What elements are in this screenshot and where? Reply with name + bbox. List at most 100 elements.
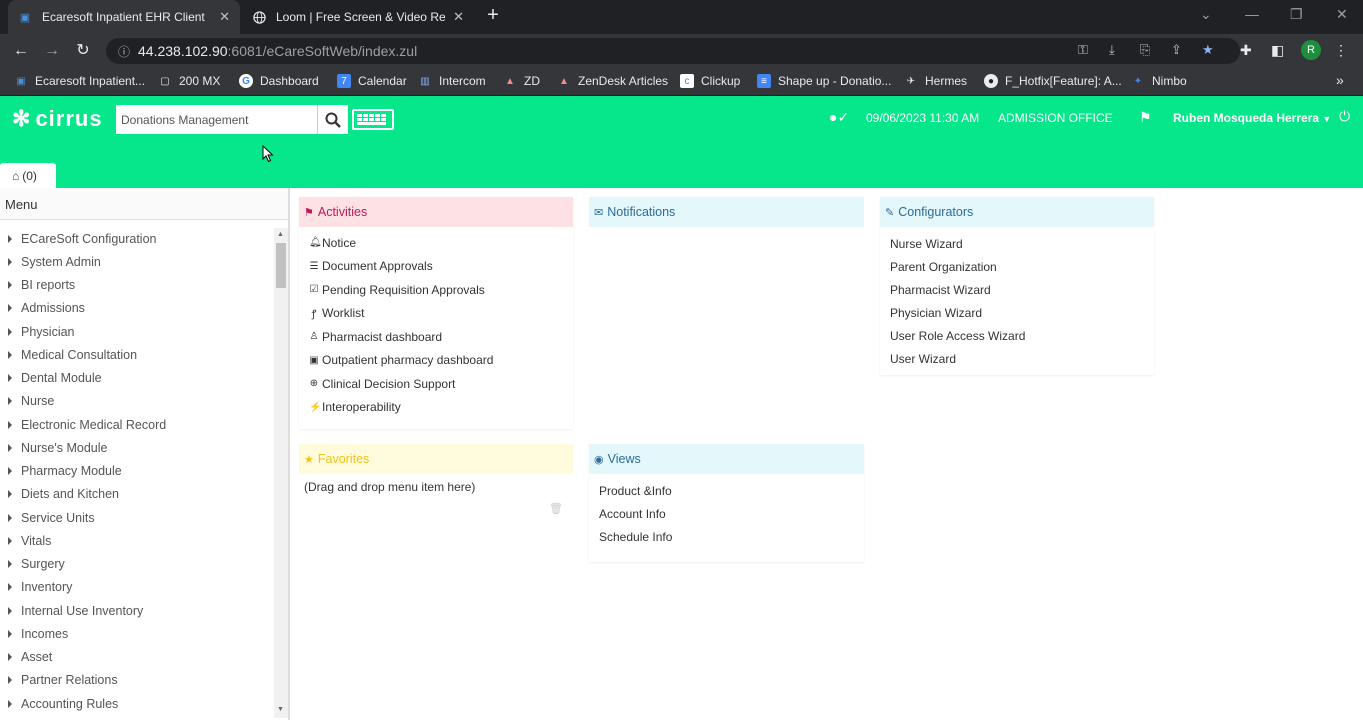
sidebar-item[interactable]: Pharmacy Module [0, 460, 274, 483]
menu-header: Menu [0, 188, 288, 220]
configurator-item[interactable]: User Role Access Wizard [880, 324, 1154, 347]
configurator-item[interactable]: Pharmacist Wizard [880, 278, 1154, 301]
sidebar-item[interactable]: Nurse's Module [0, 436, 274, 459]
home-tab[interactable]: ⌂ (0) [0, 163, 56, 188]
sidebar-item[interactable]: System Admin [0, 250, 274, 273]
key-icon[interactable]: ⚿ [1078, 42, 1088, 58]
view-item[interactable]: Account Info [589, 502, 864, 525]
bookmark-item[interactable]: G Dashboard [239, 74, 319, 88]
extensions-icon[interactable]: ✚ [1240, 42, 1252, 59]
caret-right-icon [8, 281, 12, 290]
activity-item[interactable]: ⚡ Interoperability [299, 396, 573, 420]
bookmark-item[interactable]: ▲ ZD [503, 74, 540, 88]
info-icon[interactable]: ⓘ [118, 43, 130, 60]
bookmark-item[interactable]: ● F_Hotfix[Feature]: A... [984, 74, 1122, 88]
sidebar-item[interactable]: Incomes [0, 622, 274, 645]
user-menu[interactable]: Ruben Mosqueda Herrera ▼ [1173, 111, 1331, 125]
sidebar-scrollbar[interactable]: ▲ ▼ [274, 228, 288, 718]
bookmark-item[interactable]: ✈ Hermes [904, 74, 967, 88]
share-icon[interactable]: ⇪ [1171, 42, 1182, 58]
scroll-down-icon[interactable]: ▼ [277, 706, 284, 713]
bookmark-item[interactable]: c Clickup [680, 74, 740, 88]
minimize-icon[interactable]: — [1245, 6, 1259, 22]
flag-icon[interactable]: ⚑ [1139, 109, 1152, 126]
caret-right-icon [8, 467, 12, 476]
configurator-item[interactable]: Physician Wizard [880, 301, 1154, 324]
sidebar-item[interactable]: Surgery [0, 553, 274, 576]
sidebar-item[interactable]: Asset [0, 646, 274, 669]
sidebar-item[interactable]: Accounting Rules [0, 692, 274, 715]
bookmark-item[interactable]: ▣ Ecaresoft Inpatient... [14, 74, 145, 88]
sidebar-item[interactable]: ECareSoft Configuration [0, 227, 274, 250]
back-icon[interactable]: ← [11, 41, 31, 61]
scroll-up-icon[interactable]: ▲ [277, 231, 284, 238]
activity-item[interactable]: ☑ Pending Requisition Approvals [299, 278, 573, 302]
sidebar-item[interactable]: Dental Module [0, 367, 274, 390]
bookmarks-overflow-icon[interactable]: » [1336, 72, 1344, 88]
sidebar-item[interactable]: BI reports [0, 274, 274, 297]
tab-title: Ecaresoft Inpatient EHR Client [42, 10, 205, 24]
cirrus-logo[interactable]: ✻ cirrus [12, 106, 103, 132]
search-button[interactable] [317, 105, 348, 134]
bookmark-item[interactable]: ≡ Shape up - Donatio... [757, 74, 891, 88]
configurator-item[interactable]: Parent Organization [880, 255, 1154, 278]
activities-panel: ⚑ Activities 🔔︎ Notice ☰ Document Approval… [299, 197, 573, 429]
caret-right-icon [8, 629, 12, 638]
department-label[interactable]: ADMISSION OFFICE [998, 111, 1113, 125]
sidebar-item[interactable]: Medical Consultation [0, 343, 274, 366]
bookmark-item[interactable]: ▥ Intercom [418, 74, 485, 88]
sidebar-item[interactable]: Physician [0, 320, 274, 343]
restore-icon[interactable]: ❐ [1290, 6, 1303, 23]
close-tab-icon[interactable]: ✕ [453, 9, 464, 25]
profile-avatar[interactable]: R [1301, 40, 1321, 60]
bookmark-item[interactable]: ▲ ZenDesk Articles [557, 74, 668, 88]
tab-search-chevron-icon[interactable]: ⌄ [1200, 6, 1212, 23]
activity-item[interactable]: ♙ Pharmacist dashboard [299, 325, 573, 349]
sidebar-item[interactable]: Admissions [0, 297, 274, 320]
sidebar-item[interactable]: Inventory [0, 576, 274, 599]
sidebar-item[interactable]: Vitals [0, 529, 274, 552]
bookmark-star-icon[interactable]: ★ [1202, 42, 1214, 58]
close-tab-icon[interactable]: ✕ [219, 9, 230, 25]
bookmark-item[interactable]: ▢ 200 MX [158, 74, 220, 88]
app-header: ✻ cirrus ●✓ 09/06/2023 11:30 AM ADMISSIO… [0, 96, 1363, 188]
address-bar[interactable]: ⓘ 44.238.102.90:6081/eCareSoftWeb/index.… [106, 38, 1240, 64]
translate-icon[interactable]: ⎘ [1140, 42, 1150, 58]
tab-loom[interactable]: Loom | Free Screen & Video Reco ✕ [242, 0, 474, 34]
view-item[interactable]: Schedule Info [589, 525, 864, 548]
activity-item[interactable]: ꝭ Worklist [299, 302, 573, 326]
activity-item[interactable]: 🔔︎ Notice [299, 231, 573, 255]
side-panel-icon[interactable]: ◧ [1271, 42, 1284, 59]
power-icon[interactable]: ⏻ [1339, 108, 1350, 125]
close-window-icon[interactable]: ✕ [1336, 6, 1348, 23]
url-path: :6081/eCareSoftWeb/index.zul [227, 43, 418, 59]
sidebar-item[interactable]: Nurse [0, 390, 274, 413]
sidebar-item[interactable]: Partner Relations [0, 669, 274, 692]
sidebar-item[interactable]: Internal Use Inventory [0, 599, 274, 622]
sidebar-item[interactable]: Electronic Medical Record [0, 413, 274, 436]
calendar-icon: 7 [337, 74, 351, 88]
configurator-item[interactable]: User Wizard [880, 347, 1154, 370]
search-input[interactable] [116, 105, 318, 134]
globe-check-icon[interactable]: ●✓ [829, 109, 849, 126]
activity-item[interactable]: ☰ Document Approvals [299, 255, 573, 279]
configurator-item[interactable]: Nurse Wizard [880, 232, 1154, 255]
view-item[interactable]: Product &Info [589, 479, 864, 502]
new-tab-button[interactable]: + [482, 4, 504, 28]
favorites-dropzone[interactable]: (Drag and drop menu item here) 🗑︎ [299, 474, 573, 522]
activity-item[interactable]: ▣ Outpatient pharmacy dashboard [299, 349, 573, 373]
bookmark-item[interactable]: ✦ Nimbo [1131, 74, 1187, 88]
reload-icon[interactable]: ↻ [73, 41, 93, 61]
sidebar-item[interactable]: Service Units [0, 506, 274, 529]
menu-kebab-icon[interactable]: ⋮ [1334, 42, 1348, 59]
forward-icon[interactable]: → [42, 41, 62, 61]
install-icon[interactable]: ⤓ [1109, 42, 1115, 58]
keyboard-icon[interactable] [352, 109, 394, 130]
zendesk-icon: ▲ [559, 75, 569, 87]
scrollbar-thumb[interactable] [276, 243, 286, 288]
bookmark-item[interactable]: 7 Calendar [337, 74, 407, 88]
activity-item[interactable]: ⊕ Clinical Decision Support [299, 372, 573, 396]
trash-icon[interactable]: 🗑︎ [549, 502, 563, 515]
sidebar-item[interactable]: Diets and Kitchen [0, 483, 274, 506]
tab-ecaresoft[interactable]: ▣ Ecaresoft Inpatient EHR Client ✕ [8, 0, 240, 34]
